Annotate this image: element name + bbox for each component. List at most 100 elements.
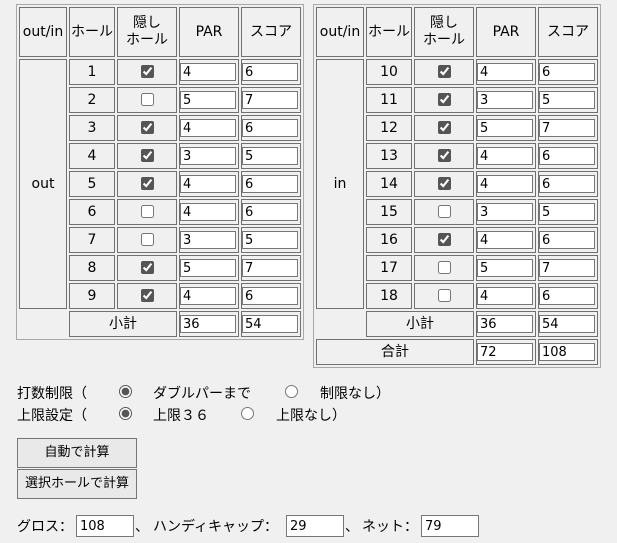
header-hidden-line1: 隠し: [133, 15, 161, 31]
hidden-hole-checkbox[interactable]: [140, 205, 154, 218]
par-cell: [476, 171, 536, 197]
par-input[interactable]: [477, 91, 533, 109]
par-input[interactable]: [477, 119, 533, 137]
score-cell: [538, 143, 598, 169]
par-input[interactable]: [180, 147, 236, 165]
par-input[interactable]: [477, 147, 533, 165]
par-input[interactable]: [180, 203, 236, 221]
score-input[interactable]: [539, 259, 595, 277]
gross-value-field[interactable]: [76, 515, 134, 537]
score-input[interactable]: [539, 231, 595, 249]
hole-number: 2: [69, 87, 115, 113]
par-input[interactable]: [180, 287, 236, 305]
empty-cell: [316, 311, 364, 337]
subtotal-score-input[interactable]: [539, 315, 595, 333]
hidden-hole-checkbox[interactable]: [437, 93, 451, 106]
hidden-hole-checkbox[interactable]: [437, 177, 451, 190]
hidden-hole-checkbox[interactable]: [437, 261, 451, 274]
hidden-hole-checkbox[interactable]: [437, 121, 451, 134]
score-input[interactable]: [539, 91, 595, 109]
hidden-hole-checkbox[interactable]: [140, 289, 154, 302]
total-score-input[interactable]: [539, 343, 595, 361]
header-hidden-line2: ホール: [423, 32, 465, 48]
score-input[interactable]: [242, 203, 298, 221]
header-par: PAR: [179, 7, 239, 57]
score-input[interactable]: [242, 259, 298, 277]
hole-number: 6: [69, 199, 115, 225]
par-input[interactable]: [180, 231, 236, 249]
net-value-field[interactable]: [421, 515, 479, 537]
hidden-hole-checkbox[interactable]: [140, 233, 154, 246]
hidden-hole-cell: [117, 227, 177, 253]
score-input[interactable]: [242, 63, 298, 81]
subtotal-par-input[interactable]: [180, 315, 236, 333]
hidden-hole-checkbox[interactable]: [140, 93, 154, 106]
par-input[interactable]: [180, 175, 236, 193]
par-input[interactable]: [477, 203, 533, 221]
total-par-input[interactable]: [477, 343, 533, 361]
hidden-hole-cell: [414, 283, 474, 309]
par-input[interactable]: [477, 287, 533, 305]
hidden-hole-checkbox[interactable]: [140, 65, 154, 78]
par-input[interactable]: [477, 231, 533, 249]
hidden-hole-checkbox[interactable]: [437, 289, 451, 302]
stroke-limit-none-radio[interactable]: [285, 385, 298, 398]
score-input[interactable]: [539, 287, 595, 305]
hole-number: 13: [366, 143, 412, 169]
subtotal-par-input[interactable]: [477, 315, 533, 333]
header-score: スコア: [241, 7, 301, 57]
net-label: ネット：: [362, 519, 418, 535]
par-input[interactable]: [477, 63, 533, 81]
score-input[interactable]: [242, 287, 298, 305]
score-input[interactable]: [539, 175, 595, 193]
score-input[interactable]: [539, 119, 595, 137]
par-cell: [476, 227, 536, 253]
hidden-hole-checkbox[interactable]: [437, 205, 451, 218]
score-input[interactable]: [539, 203, 595, 221]
hidden-hole-cell: [414, 143, 474, 169]
par-input[interactable]: [180, 91, 236, 109]
hole-number: 3: [69, 115, 115, 141]
hidden-hole-checkbox[interactable]: [437, 233, 451, 246]
score-input[interactable]: [242, 119, 298, 137]
par-input[interactable]: [477, 175, 533, 193]
section-label: in: [316, 59, 364, 309]
hidden-hole-checkbox[interactable]: [140, 177, 154, 190]
selected-hole-calc-button[interactable]: 選択ホールで計算: [17, 469, 137, 499]
hidden-hole-checkbox[interactable]: [437, 149, 451, 162]
handicap-value-field[interactable]: [286, 515, 344, 537]
par-input[interactable]: [180, 63, 236, 81]
par-input[interactable]: [477, 259, 533, 277]
hidden-hole-checkbox[interactable]: [140, 149, 154, 162]
hole-number: 17: [366, 255, 412, 281]
par-cell: [179, 227, 239, 253]
score-input[interactable]: [539, 63, 595, 81]
hidden-hole-checkbox[interactable]: [140, 121, 154, 134]
auto-calc-button[interactable]: 自動で計算: [17, 438, 137, 468]
score-input[interactable]: [242, 147, 298, 165]
cap-none-radio[interactable]: [241, 407, 254, 420]
cap-36-radio[interactable]: [119, 407, 132, 420]
hole-number: 18: [366, 283, 412, 309]
par-input[interactable]: [180, 259, 236, 277]
hidden-hole-checkbox[interactable]: [437, 65, 451, 78]
score-input[interactable]: [242, 91, 298, 109]
score-cell: [538, 255, 598, 281]
hole-number: 7: [69, 227, 115, 253]
header-hole: ホール: [69, 7, 115, 57]
handicap-label: ハンディキャップ：: [153, 519, 279, 535]
header-hole: ホール: [366, 7, 412, 57]
score-input[interactable]: [242, 175, 298, 193]
subtotal-label: 小計: [366, 311, 474, 337]
hidden-hole-checkbox[interactable]: [140, 261, 154, 274]
stroke-limit-double-par-radio[interactable]: [119, 385, 132, 398]
par-cell: [179, 199, 239, 225]
subtotal-score-input[interactable]: [242, 315, 298, 333]
score-input[interactable]: [242, 231, 298, 249]
score-cell: [538, 283, 598, 309]
score-input[interactable]: [539, 147, 595, 165]
hidden-hole-cell: [117, 255, 177, 281]
stroke-limit-label: 打数制限（: [17, 386, 87, 402]
par-input[interactable]: [180, 119, 236, 137]
header-hidden-hole: 隠し ホール: [117, 7, 177, 57]
